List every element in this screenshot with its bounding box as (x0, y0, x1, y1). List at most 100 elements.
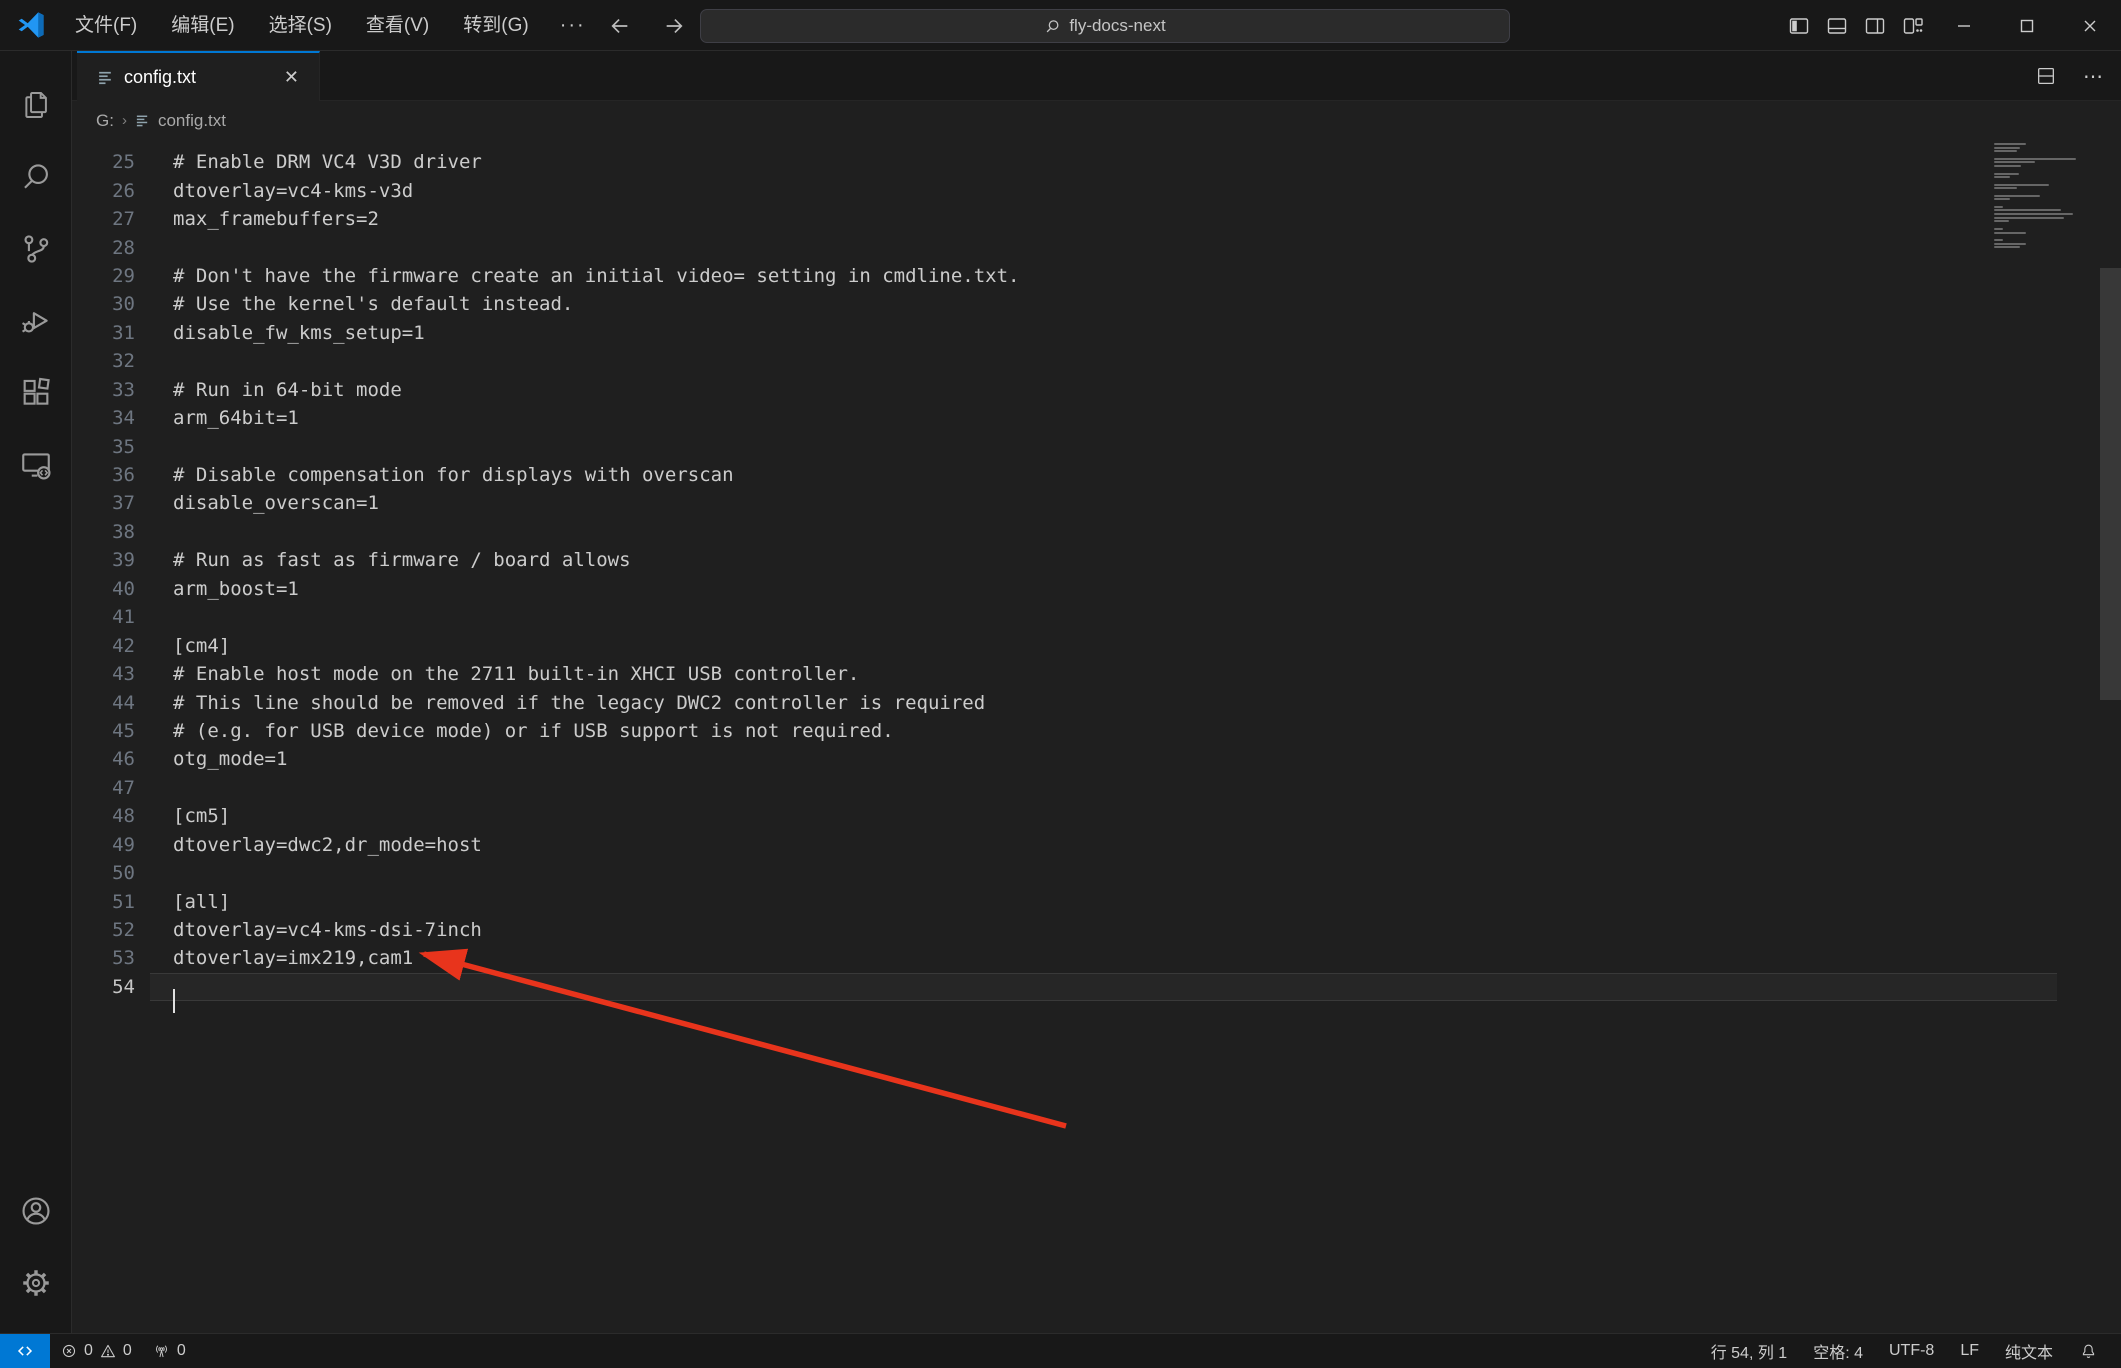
code-line[interactable]: 30# Use the kernel's default instead. (72, 290, 2121, 318)
indentation[interactable]: 空格: 4 (1800, 1334, 1876, 1368)
code-line[interactable]: 47 (72, 774, 2121, 802)
menu-selection[interactable]: 选择(S) (252, 0, 349, 51)
minimize-button[interactable] (1932, 0, 1995, 51)
line-number: 42 (72, 635, 173, 657)
line-number: 47 (72, 777, 173, 799)
code-line[interactable]: 26dtoverlay=vc4-kms-v3d (72, 176, 2121, 204)
code-line[interactable]: 42[cm4] (72, 631, 2121, 659)
editor-more-actions-icon[interactable]: ⋯ (2077, 59, 2111, 93)
code-line[interactable]: 36# Disable compensation for displays wi… (72, 461, 2121, 489)
code-line[interactable]: 44# This line should be removed if the l… (72, 688, 2121, 716)
line-number: 49 (72, 834, 173, 856)
line-number: 35 (72, 436, 173, 458)
code-line[interactable]: 29# Don't have the firmware create an in… (72, 262, 2121, 290)
error-count: 0 (84, 1342, 93, 1360)
notifications-bell[interactable] (2066, 1334, 2111, 1368)
search-icon (1044, 18, 1061, 35)
line-number: 37 (72, 492, 173, 514)
menu-overflow[interactable]: ··· (546, 14, 600, 37)
menu-edit[interactable]: 编辑(E) (154, 0, 251, 51)
code-line[interactable]: 49dtoverlay=dwc2,dr_mode=host (72, 831, 2121, 859)
line-number: 29 (72, 265, 173, 287)
code-line[interactable]: 34arm_64bit=1 (72, 404, 2121, 432)
code-line[interactable]: 32 (72, 347, 2121, 375)
source-control-icon[interactable] (4, 213, 68, 285)
settings-gear-icon[interactable] (4, 1247, 68, 1319)
line-number: 34 (72, 407, 173, 429)
remote-explorer-icon[interactable] (4, 429, 68, 501)
code-line[interactable]: 46otg_mode=1 (72, 745, 2121, 773)
code-editor[interactable]: 25# Enable DRM VC4 V3D driver26dtoverlay… (72, 140, 2121, 1333)
accounts-icon[interactable] (4, 1175, 68, 1247)
code-line[interactable]: 31disable_fw_kms_setup=1 (72, 319, 2121, 347)
navigate-back-icon[interactable] (600, 8, 640, 44)
tab-close-icon[interactable]: ✕ (278, 65, 305, 90)
title-bar: 文件(F) 编辑(E) 选择(S) 查看(V) 转到(G) ··· fly-do… (0, 0, 2121, 51)
code-line[interactable]: 28 (72, 233, 2121, 261)
menu-view[interactable]: 查看(V) (349, 0, 446, 51)
code-line[interactable]: 43# Enable host mode on the 2711 built-i… (72, 660, 2121, 688)
code-line[interactable]: 54 (72, 973, 2121, 1001)
code-line[interactable]: 41 (72, 603, 2121, 631)
code-line[interactable]: 51[all] (72, 887, 2121, 915)
code-line[interactable]: 39# Run as fast as firmware / board allo… (72, 546, 2121, 574)
menu-file[interactable]: 文件(F) (58, 0, 154, 51)
code-line[interactable]: 45# (e.g. for USB device mode) or if USB… (72, 717, 2121, 745)
run-and-debug-icon[interactable] (4, 285, 68, 357)
code-line[interactable]: 50 (72, 859, 2121, 887)
code-line[interactable]: 33# Run in 64-bit mode (72, 376, 2121, 404)
problems-indicator[interactable]: 0 0 (50, 1334, 142, 1368)
split-editor-icon[interactable] (2029, 59, 2063, 93)
text-cursor (173, 989, 175, 1013)
code-line[interactable]: 48[cm5] (72, 802, 2121, 830)
text-file-icon (135, 113, 150, 128)
breadcrumb-file[interactable]: config.txt (158, 111, 226, 131)
code-line[interactable]: 52dtoverlay=vc4-kms-dsi-7inch (72, 916, 2121, 944)
current-line-highlight (150, 973, 2057, 1001)
activity-bar (0, 51, 72, 1333)
bell-icon (2079, 1342, 2098, 1361)
command-center-search[interactable]: fly-docs-next (700, 9, 1510, 43)
encoding[interactable]: UTF-8 (1876, 1334, 1947, 1368)
extensions-icon[interactable] (4, 357, 68, 429)
ports-indicator[interactable]: 0 (142, 1334, 196, 1368)
minimap[interactable] (1994, 143, 2098, 254)
toggle-secondary-sidebar-icon[interactable] (1856, 0, 1894, 51)
code-line[interactable]: 38 (72, 518, 2121, 546)
search-view-icon[interactable] (4, 141, 68, 213)
customize-layout-icon[interactable] (1894, 0, 1932, 51)
cursor-position[interactable]: 行 54, 列 1 (1698, 1334, 1800, 1368)
code-line[interactable]: 40arm_boost=1 (72, 575, 2121, 603)
breadcrumb-drive[interactable]: G: (96, 111, 114, 131)
search-placeholder-text: fly-docs-next (1069, 16, 1165, 36)
code-text: disable_overscan=1 (173, 492, 379, 514)
navigate-forward-icon[interactable] (654, 8, 694, 44)
line-number: 33 (72, 379, 173, 401)
code-line[interactable]: 27max_framebuffers=2 (72, 205, 2121, 233)
code-line[interactable]: 53dtoverlay=imx219,cam1 (72, 944, 2121, 972)
code-line[interactable]: 35 (72, 432, 2121, 460)
code-text: max_framebuffers=2 (173, 208, 379, 230)
code-text: # Run as fast as firmware / board allows (173, 549, 631, 571)
toggle-primary-sidebar-icon[interactable] (1780, 0, 1818, 51)
maximize-button[interactable] (1995, 0, 2058, 51)
language-mode[interactable]: 纯文本 (1992, 1334, 2066, 1368)
tab-config-txt[interactable]: config.txt ✕ (77, 51, 320, 101)
remote-indicator[interactable] (0, 1334, 50, 1368)
close-window-button[interactable] (2058, 0, 2121, 51)
code-line[interactable]: 37disable_overscan=1 (72, 489, 2121, 517)
toggle-panel-icon[interactable] (1818, 0, 1856, 51)
error-icon (60, 1342, 78, 1360)
code-text: # This line should be removed if the leg… (173, 692, 985, 714)
scrollbar-slider[interactable] (2100, 268, 2121, 700)
text-file-icon (97, 69, 114, 86)
ports-count: 0 (177, 1342, 186, 1360)
warning-icon (99, 1342, 117, 1360)
code-line[interactable]: 25# Enable DRM VC4 V3D driver (72, 148, 2121, 176)
vertical-scrollbar[interactable] (2100, 140, 2121, 1333)
menu-goto[interactable]: 转到(G) (446, 0, 545, 51)
line-number: 30 (72, 293, 173, 315)
explorer-icon[interactable] (4, 69, 68, 141)
eol-sequence[interactable]: LF (1947, 1334, 1992, 1368)
code-text: otg_mode=1 (173, 748, 287, 770)
